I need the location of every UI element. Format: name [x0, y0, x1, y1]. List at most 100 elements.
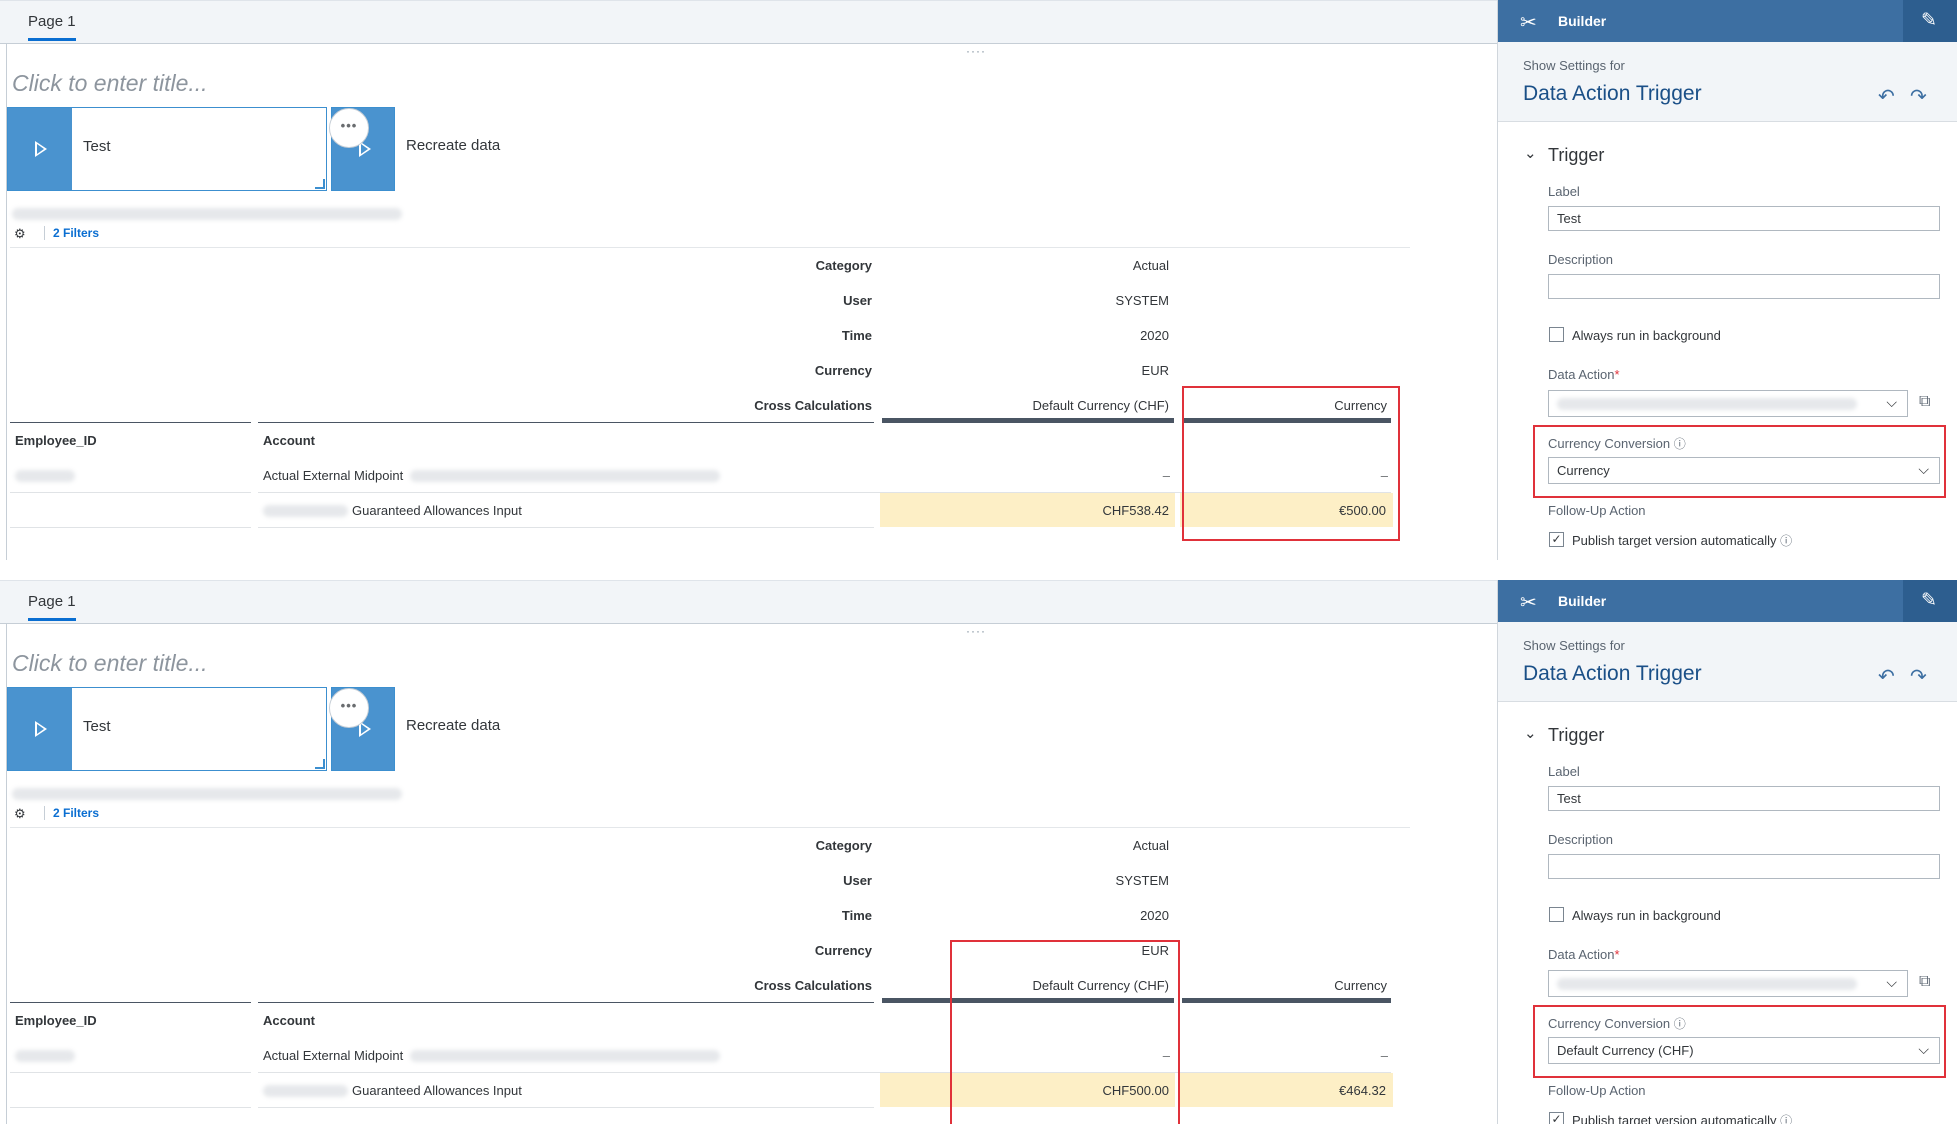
recreate-data-label: Recreate data: [406, 137, 501, 154]
follow-up-label: Follow-Up Action: [1548, 1083, 1646, 1098]
divider: [10, 1002, 251, 1003]
always-background-checkbox[interactable]: [1549, 907, 1564, 922]
row-divider: [10, 1072, 251, 1073]
section-trigger[interactable]: Trigger: [1548, 145, 1604, 166]
header-label-time: Time: [841, 908, 872, 923]
tab-page-1[interactable]: Page 1: [28, 13, 76, 41]
redo-icon[interactable]: ↷: [1910, 664, 1927, 689]
tools-icon: ✂: [1520, 592, 1537, 614]
publish-checkbox[interactable]: ✓: [1549, 1112, 1564, 1124]
builder-panel: ✂ Builder ✎ Show Settings for Data Actio…: [1497, 580, 1957, 1124]
title-placeholder[interactable]: Click to enter title...: [12, 70, 208, 97]
row-header-employee-id: Employee_ID: [15, 1013, 97, 1028]
title-placeholder[interactable]: Click to enter title...: [12, 650, 208, 677]
data-action-trigger-button[interactable]: Test: [7, 687, 327, 771]
table-cell-value[interactable]: CHF538.42: [974, 503, 1169, 518]
divider: [258, 422, 874, 423]
filter-icon[interactable]: ⚙: [14, 226, 26, 242]
filter-bar: ⚙ 2 Filters: [10, 224, 1410, 248]
page-bar: Page 1: [0, 0, 1497, 44]
label-input[interactable]: Test: [1548, 786, 1940, 811]
external-link-icon[interactable]: ⧉: [1919, 973, 1930, 991]
story-screenshot-top: Page 1 ···· Click to enter title... Test…: [0, 0, 1957, 560]
header-value-default-currency: Default Currency (CHF): [1032, 398, 1169, 413]
data-action-label: Data Action*: [1548, 367, 1620, 382]
header-label-user: User: [843, 293, 872, 308]
chevron-down-icon: ⌵: [1886, 974, 1897, 990]
data-action-select[interactable]: ⌵: [1548, 970, 1908, 997]
header-value-category: Actual: [1132, 258, 1169, 273]
pin-button[interactable]: ✎: [1903, 580, 1957, 622]
table-cell-account: Actual External Midpoint: [263, 1048, 404, 1063]
story-canvas: Page 1 ···· Click to enter title... Test…: [0, 580, 1497, 1124]
label-field-label: Label: [1548, 764, 1580, 779]
more-icon[interactable]: •••: [329, 688, 369, 728]
filters-link[interactable]: 2 Filters: [44, 226, 99, 240]
info-icon[interactable]: ⓘ: [1780, 534, 1792, 548]
separator: [0, 560, 1957, 580]
publish-checkbox[interactable]: ✓: [1549, 532, 1564, 547]
description-input[interactable]: [1548, 274, 1940, 299]
redo-icon[interactable]: ↷: [1910, 84, 1927, 109]
description-field-label: Description: [1548, 252, 1614, 267]
more-icon[interactable]: •••: [329, 108, 369, 148]
header-label-user: User: [843, 873, 872, 888]
divider: [10, 422, 251, 423]
external-link-icon[interactable]: ⧉: [1919, 393, 1930, 411]
tab-page-1[interactable]: Page 1: [28, 593, 76, 621]
pin-icon: ✎: [1921, 590, 1937, 611]
annotation-highlight-box: [1182, 386, 1400, 541]
story-screenshot-bottom: Page 1 ···· Click to enter title... Test…: [0, 580, 1957, 1124]
undo-icon[interactable]: ↶: [1878, 84, 1895, 109]
info-icon[interactable]: ⓘ: [1780, 1114, 1792, 1124]
undo-icon[interactable]: ↶: [1878, 664, 1895, 689]
pin-icon: ✎: [1921, 10, 1937, 31]
object-title: Data Action Trigger: [1523, 82, 1702, 105]
builder-panel: ✂ Builder ✎ Show Settings for Data Actio…: [1497, 0, 1957, 560]
filter-icon[interactable]: ⚙: [14, 806, 26, 822]
always-background-label: Always run in background: [1572, 908, 1721, 923]
trigger-button-label: Test: [83, 718, 111, 735]
column-bar-default-currency: [882, 418, 1174, 423]
row-divider: [10, 492, 251, 493]
label-input[interactable]: Test: [1548, 206, 1940, 231]
section-trigger[interactable]: Trigger: [1548, 725, 1604, 746]
chevron-down-icon[interactable]: ⌄: [1524, 144, 1537, 162]
resize-handle[interactable]: [315, 759, 325, 769]
resize-handle[interactable]: [315, 179, 325, 189]
header-label-cross-calculations: Cross Calculations: [754, 978, 872, 993]
blurred-employee-id: [15, 470, 75, 482]
builder-header: ✂ Builder ✎: [1498, 0, 1957, 42]
pin-button[interactable]: ✎: [1903, 0, 1957, 42]
data-action-select[interactable]: ⌵: [1548, 390, 1908, 417]
always-background-label: Always run in background: [1572, 328, 1721, 343]
follow-up-label: Follow-Up Action: [1548, 503, 1646, 518]
settings-header: Show Settings for Data Action Trigger ↶ …: [1498, 622, 1957, 702]
object-title: Data Action Trigger: [1523, 662, 1702, 685]
chevron-down-icon[interactable]: ⌄: [1524, 724, 1537, 742]
builder-title: Builder: [1558, 13, 1607, 29]
blurred-text: [410, 470, 720, 482]
header-value-user: SYSTEM: [1115, 873, 1169, 888]
row-divider: [258, 527, 874, 528]
table-cell-account: Guaranteed Allowances Input: [352, 503, 522, 518]
always-background-checkbox[interactable]: [1549, 327, 1564, 342]
annotation-highlight-box: [1533, 1005, 1946, 1078]
table-cell-value[interactable]: €464.32: [1190, 1083, 1386, 1098]
settings-header: Show Settings for Data Action Trigger ↶ …: [1498, 42, 1957, 122]
filters-link[interactable]: 2 Filters: [44, 806, 99, 820]
header-value-time: 2020: [1140, 328, 1169, 343]
trigger-button-label: Test: [83, 138, 111, 155]
header-value-user: SYSTEM: [1115, 293, 1169, 308]
play-icon: [8, 108, 72, 190]
header-label-cross-calculations: Cross Calculations: [754, 398, 872, 413]
annotation-highlight-box: [1533, 425, 1946, 498]
publish-label: Publish target version automatically ⓘ: [1572, 533, 1793, 548]
chevron-down-icon: ⌵: [1886, 394, 1897, 410]
header-value-currency-column: Currency: [1334, 978, 1387, 993]
blurred-text: [1557, 398, 1857, 410]
data-action-trigger-button[interactable]: Test: [7, 107, 327, 191]
builder-header: ✂ Builder ✎: [1498, 580, 1957, 622]
description-input[interactable]: [1548, 854, 1940, 879]
table-cell-value: –: [1162, 468, 1170, 483]
